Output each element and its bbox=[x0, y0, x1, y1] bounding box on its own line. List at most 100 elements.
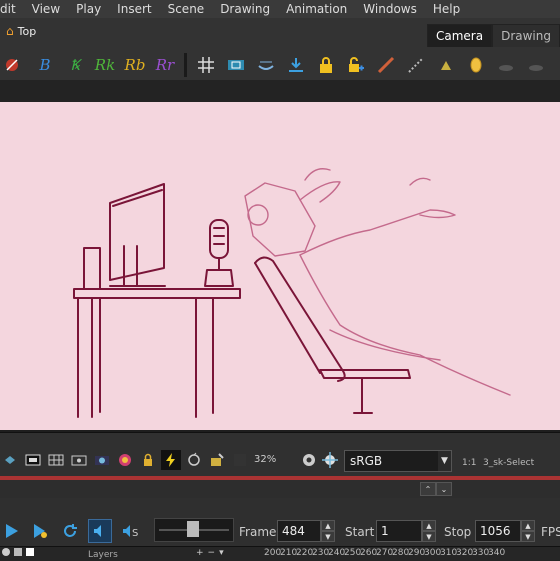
menu-bar: dit View Play Insert Scene Drawing Anima… bbox=[0, 0, 560, 18]
table-icon[interactable] bbox=[46, 450, 66, 470]
timeline-layer-tools bbox=[2, 548, 34, 556]
dotted-line-icon[interactable] bbox=[401, 52, 431, 78]
menu-windows[interactable]: Windows bbox=[355, 0, 425, 18]
ruler-tick: 310 bbox=[440, 548, 458, 558]
home-icon: ⌂ bbox=[6, 24, 14, 38]
loop-icon[interactable] bbox=[58, 519, 82, 543]
remove-layer-icon[interactable]: − bbox=[208, 548, 216, 558]
play-icon[interactable] bbox=[0, 519, 24, 543]
ruler-tick: 250 bbox=[344, 548, 362, 558]
menu-insert[interactable]: Insert bbox=[109, 0, 159, 18]
frame-stepper[interactable]: ▲ ▼ bbox=[321, 520, 335, 542]
zoom-level[interactable]: 32% bbox=[254, 454, 276, 465]
timeline-ruler[interactable]: 200 210 220 230 240 250 260 270 280 290 … bbox=[264, 548, 505, 558]
frame-field[interactable]: 484 bbox=[277, 520, 321, 542]
chevron-up-icon[interactable]: ▲ bbox=[422, 520, 436, 531]
chevron-down-icon[interactable]: ▼ bbox=[422, 531, 436, 542]
drawing-canvas[interactable] bbox=[0, 102, 560, 430]
onion-skin-icon[interactable] bbox=[251, 52, 281, 78]
lock-add-icon[interactable] bbox=[341, 52, 371, 78]
layers-label: Layers bbox=[88, 550, 118, 560]
Rr-tool-icon[interactable]: Rr bbox=[150, 52, 180, 78]
ruler-tick: 260 bbox=[360, 548, 378, 558]
panel-collapse-bar: ⌃ ⌄ bbox=[0, 480, 560, 498]
stop-field[interactable]: 1056 bbox=[475, 520, 521, 542]
menu-help[interactable]: Help bbox=[425, 0, 468, 18]
ruler-tick: 290 bbox=[408, 548, 426, 558]
preview-icon[interactable] bbox=[92, 450, 112, 470]
refresh-icon[interactable] bbox=[184, 450, 204, 470]
tab-camera[interactable]: Camera bbox=[427, 24, 493, 47]
layer-options-icon[interactable]: ▾ bbox=[219, 548, 224, 558]
paint-icon[interactable] bbox=[207, 450, 227, 470]
add-layer-icon[interactable]: + bbox=[196, 548, 204, 558]
sound-icon[interactable] bbox=[88, 519, 112, 543]
ruler-tick: 200 bbox=[264, 548, 282, 558]
menu-scene[interactable]: Scene bbox=[160, 0, 213, 18]
collapse-up-icon[interactable]: ⌃ bbox=[420, 482, 436, 496]
ruler-tick: 210 bbox=[280, 548, 298, 558]
pixel-ratio: 1:1 bbox=[462, 458, 477, 468]
view-tabs: Camera Drawing bbox=[427, 24, 560, 47]
frame-label: Frame bbox=[239, 525, 277, 539]
no-color-icon[interactable] bbox=[0, 52, 30, 78]
mirror-icon[interactable] bbox=[461, 52, 491, 78]
flash-icon[interactable] bbox=[161, 450, 181, 470]
chevron-down-icon[interactable]: ▼ bbox=[438, 451, 451, 471]
disabled-tool-icon[interactable] bbox=[521, 52, 551, 78]
Rb-tool-icon[interactable]: Rb bbox=[120, 52, 150, 78]
ruler-icon[interactable] bbox=[371, 52, 401, 78]
grid-icon[interactable] bbox=[191, 52, 221, 78]
camera-view-header bbox=[0, 80, 560, 103]
safe-area-icon[interactable] bbox=[221, 52, 251, 78]
lock-icon[interactable] bbox=[311, 52, 341, 78]
gear-icon[interactable] bbox=[300, 451, 318, 472]
sound-scrub-icon[interactable]: S bbox=[118, 519, 142, 543]
breadcrumb-top[interactable]: Top bbox=[18, 25, 37, 38]
play-selection-icon[interactable] bbox=[28, 519, 52, 543]
start-label: Start bbox=[345, 525, 375, 539]
breadcrumb[interactable]: ⌂ Top bbox=[6, 24, 36, 38]
pencil-Z-icon[interactable]: Ꝅ bbox=[60, 52, 90, 78]
light-table-icon[interactable] bbox=[431, 52, 461, 78]
layer-icon[interactable] bbox=[0, 450, 20, 470]
colorspace-select[interactable]: sRGB bbox=[344, 450, 452, 472]
start-field[interactable]: 1 bbox=[376, 520, 422, 542]
disabled-tool-icon[interactable] bbox=[491, 52, 521, 78]
color-wheel-icon[interactable] bbox=[115, 450, 135, 470]
chevron-down-icon[interactable]: ▼ bbox=[521, 531, 535, 542]
camera-mask-icon[interactable] bbox=[69, 450, 89, 470]
layer-toggle-icon[interactable] bbox=[2, 548, 10, 556]
lock-icon[interactable] bbox=[138, 450, 158, 470]
ruler-tick: 220 bbox=[296, 548, 314, 558]
B-tool-icon[interactable]: B bbox=[30, 52, 60, 78]
layer-color-icon[interactable] bbox=[26, 548, 34, 556]
menu-animation[interactable]: Animation bbox=[278, 0, 355, 18]
drawing-toolbar: B Ꝅ Rk Rb Rr bbox=[0, 52, 560, 78]
frame-icon[interactable] bbox=[23, 450, 43, 470]
swatch-icon[interactable] bbox=[230, 450, 250, 470]
menu-drawing[interactable]: Drawing bbox=[212, 0, 278, 18]
menu-edit[interactable]: dit bbox=[0, 0, 24, 18]
chevron-up-icon[interactable]: ▲ bbox=[321, 520, 335, 531]
ruler-tick: 270 bbox=[376, 548, 394, 558]
toolbar-separator bbox=[184, 53, 187, 77]
sparkle-icon[interactable] bbox=[321, 451, 339, 472]
ruler-tick: 280 bbox=[392, 548, 410, 558]
expand-down-icon[interactable]: ⌄ bbox=[436, 482, 452, 496]
playback-speed-slider[interactable] bbox=[154, 518, 234, 542]
menu-view[interactable]: View bbox=[24, 0, 68, 18]
ruler-tick: 240 bbox=[328, 548, 346, 558]
stop-stepper[interactable]: ▲ ▼ bbox=[521, 520, 535, 542]
ruler-tick: 330 bbox=[472, 548, 490, 558]
ruler-tick: 320 bbox=[456, 548, 474, 558]
lock-icon[interactable] bbox=[14, 548, 22, 556]
chevron-down-icon[interactable]: ▼ bbox=[321, 531, 335, 542]
fps-label: FPS bbox=[541, 525, 560, 539]
Rk-tool-icon[interactable]: Rk bbox=[90, 52, 120, 78]
import-icon[interactable] bbox=[281, 52, 311, 78]
tab-drawing[interactable]: Drawing bbox=[492, 24, 560, 47]
chevron-up-icon[interactable]: ▲ bbox=[521, 520, 535, 531]
start-stepper[interactable]: ▲ ▼ bbox=[422, 520, 436, 542]
menu-play[interactable]: Play bbox=[68, 0, 109, 18]
